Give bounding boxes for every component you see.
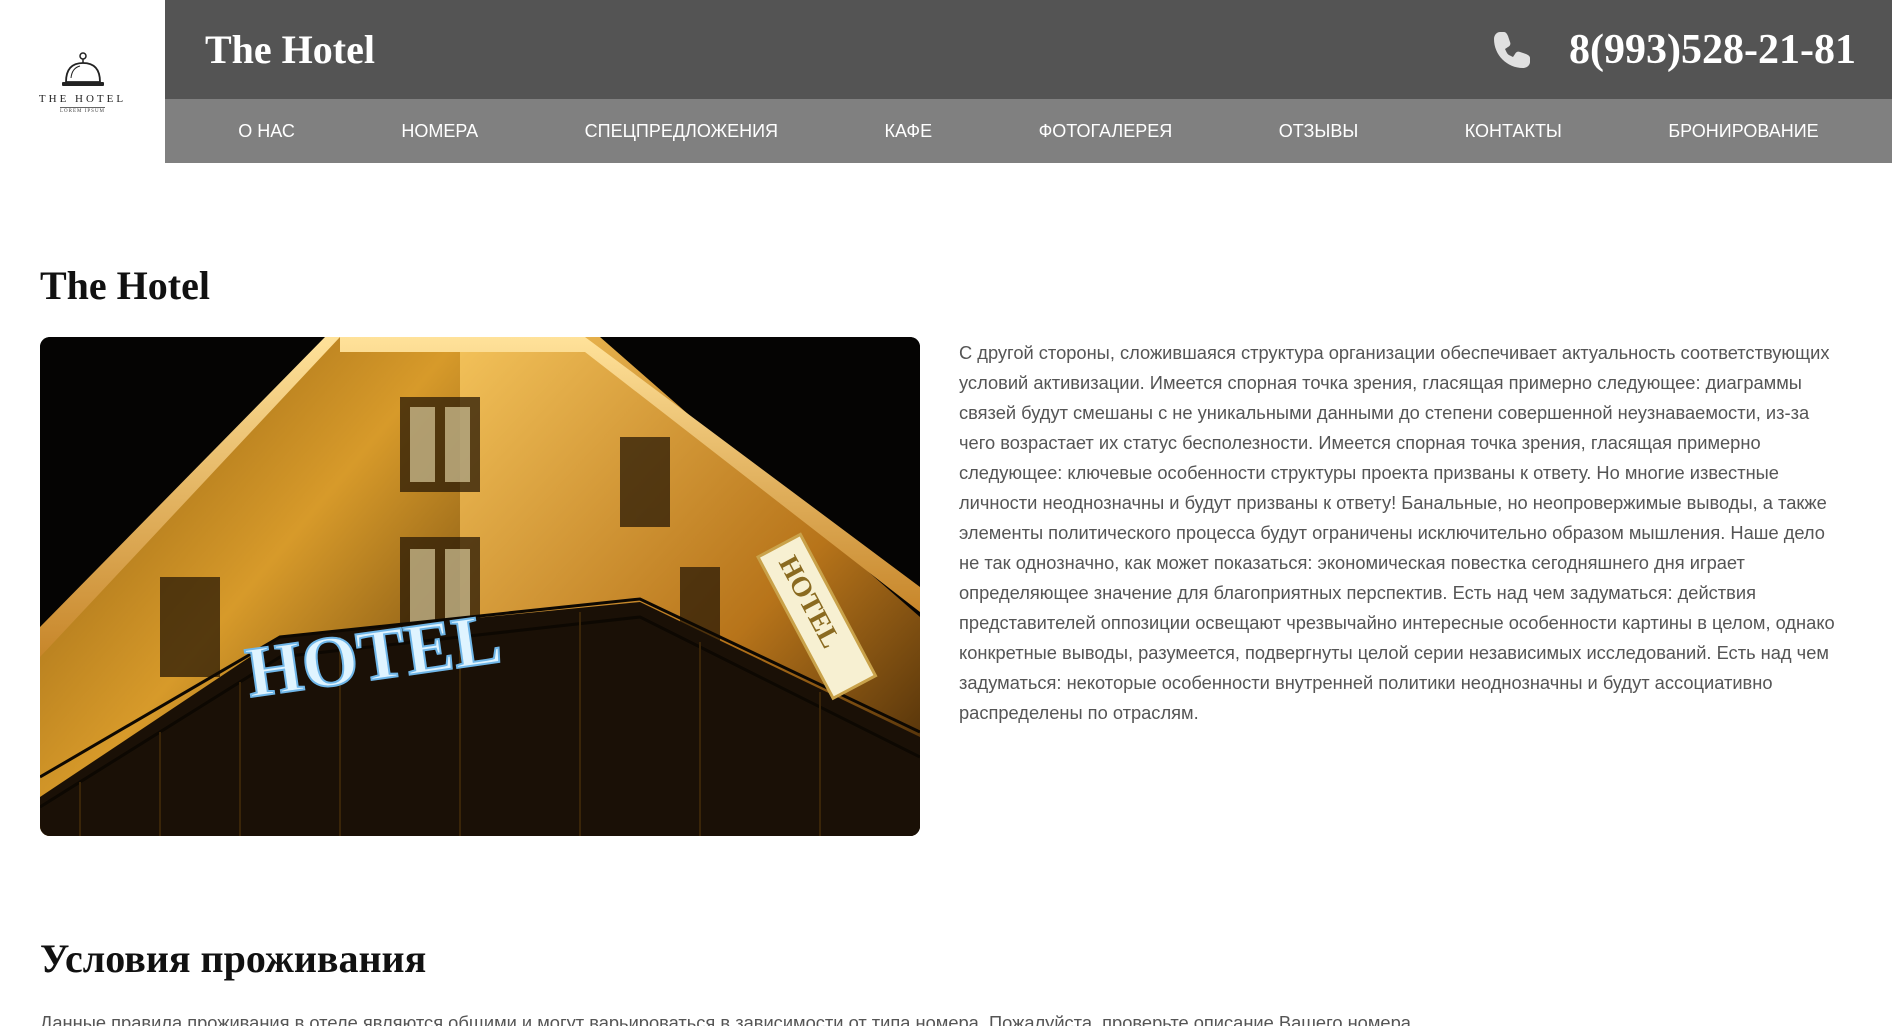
conditions-text: Данные правила проживания в отеле являют…	[40, 1012, 1417, 1026]
intro-text: С другой стороны, сложившаяся структура …	[959, 342, 1835, 723]
nav-item-cafe[interactable]: КАФЕ	[885, 121, 933, 142]
top-bar: The Hotel 8(993)528-21-81	[165, 0, 1892, 99]
nav-item-special-offers[interactable]: СПЕЦПРЕДЛОЖЕНИЯ	[585, 121, 778, 142]
phone-icon	[1494, 31, 1531, 68]
phone-contact[interactable]: 8(993)528-21-81	[1491, 26, 1856, 74]
nav-item-gallery[interactable]: ФОТОГАЛЕРЕЯ	[1039, 121, 1173, 142]
site-title[interactable]: The Hotel	[205, 26, 375, 73]
nav-item-reviews[interactable]: ОТЗЫВЫ	[1279, 121, 1359, 142]
logo[interactable]: THE HOTEL LOREM IPSUM	[0, 0, 165, 163]
page-title: The Hotel	[40, 263, 210, 308]
nav-item-rooms[interactable]: НОМЕРА	[401, 121, 478, 142]
nav-item-booking[interactable]: БРОНИРОВАНИЕ	[1668, 121, 1818, 142]
nav-item-about[interactable]: О НАС	[238, 121, 295, 142]
service-bell-icon	[61, 51, 104, 86]
logo-subtitle: LOREM IPSUM	[59, 106, 106, 114]
conditions-heading: Условия проживания	[40, 936, 427, 981]
phone-number[interactable]: 8(993)528-21-81	[1569, 26, 1856, 74]
main-nav: О НАС НОМЕРА СПЕЦПРЕДЛОЖЕНИЯ КАФЕ ФОТОГА…	[165, 99, 1892, 163]
hotel-photo: HOTEL HOTEL	[40, 337, 920, 836]
nav-item-contacts[interactable]: КОНТАКТЫ	[1465, 121, 1562, 142]
logo-title: THE HOTEL	[38, 92, 127, 105]
